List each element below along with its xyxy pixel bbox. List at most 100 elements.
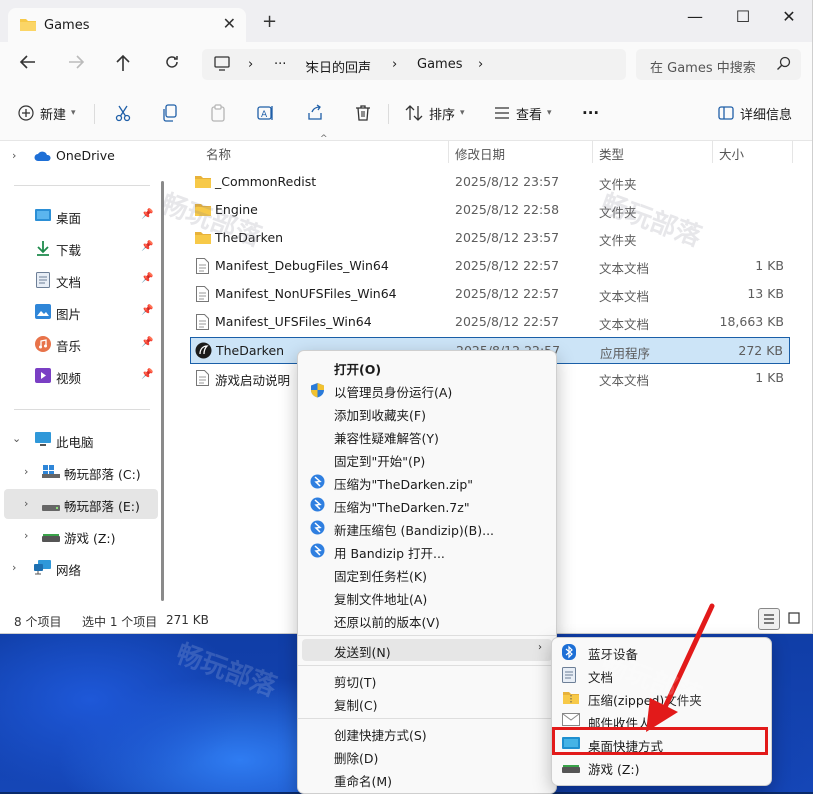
file-row[interactable]: Manifest_DebugFiles_Win64 2025/8/12 22:5… [190, 253, 790, 280]
more-options-button[interactable]: ··· [582, 102, 599, 124]
menu-item-run-as-admin[interactable]: 以管理员身份运行(A) [302, 379, 552, 401]
menu-item-label: 创建快捷方式(S) [334, 728, 427, 743]
tiles-view-button[interactable] [784, 608, 806, 630]
tab-close-icon[interactable]: ✕ [223, 14, 236, 33]
selected-size: 271 KB [166, 613, 209, 627]
copy-button[interactable] [162, 102, 178, 124]
drive-icon [42, 500, 60, 515]
sidebar-item-label: 畅玩部落 (E:) [64, 499, 140, 514]
chevron-right-icon[interactable]: › [12, 561, 16, 574]
menu-item-compress-zip[interactable]: 压缩为"TheDarken.zip" [302, 471, 552, 493]
forward-button[interactable] [64, 54, 88, 75]
menu-item-label: 删除(D) [334, 751, 379, 766]
plus-circle-icon [18, 105, 34, 121]
menu-item-copy[interactable]: 复制(C) [302, 692, 552, 714]
chevron-right-icon[interactable]: › [24, 497, 28, 510]
menu-item-compress-7z[interactable]: 压缩为"TheDarken.7z" [302, 494, 552, 516]
menu-item-label: 固定到任务栏(K) [334, 569, 427, 584]
breadcrumb-overflow[interactable]: ··· [274, 57, 286, 72]
details-pane-button[interactable]: 详细信息 [718, 102, 792, 124]
column-header-type[interactable]: 类型 [599, 144, 624, 163]
sort-icon [405, 105, 423, 121]
column-divider[interactable] [712, 141, 713, 163]
delete-button[interactable] [355, 102, 371, 124]
file-row[interactable]: _CommonRedist 2025/8/12 23:57 文件夹 [190, 169, 790, 196]
sidebar-item-this-pc[interactable]: ⌄ 此电脑 [0, 425, 158, 455]
new-tab-button[interactable]: + [262, 11, 277, 32]
cut-button[interactable] [114, 102, 132, 124]
search-box[interactable]: 在 Games 中搜索 [636, 49, 801, 80]
menu-item-restore-versions[interactable]: 还原以前的版本(V) [302, 609, 552, 631]
sidebar-item-music[interactable]: 音乐 📌 [0, 329, 158, 359]
sidebar-item-drive-e[interactable]: › 畅玩部落 (E:) [4, 489, 158, 519]
menu-item-pin-start[interactable]: 固定到"开始"(P) [302, 448, 552, 470]
menu-item-compat-troubleshoot[interactable]: 兼容性疑难解答(Y) [302, 425, 552, 447]
column-divider[interactable] [792, 141, 793, 163]
video-icon [35, 368, 51, 386]
share-button[interactable] [306, 102, 324, 124]
sidebar-item-downloads[interactable]: 下载 📌 [0, 233, 158, 263]
sort-button[interactable]: 排序 ▾ [405, 102, 465, 124]
menu-item-label: 压缩为"TheDarken.zip" [334, 477, 474, 492]
rename-icon: A [257, 106, 273, 120]
refresh-button[interactable] [160, 54, 184, 75]
sidebar-item-desktop[interactable]: 桌面 📌 [0, 201, 158, 231]
scrollbar-thumb[interactable] [161, 181, 164, 601]
breadcrumb-item[interactable]: Games [417, 57, 462, 72]
sidebar-item-network[interactable]: › 网络 [0, 553, 158, 583]
menu-divider [298, 718, 556, 719]
file-row[interactable]: Manifest_NonUFSFiles_Win64 2025/8/12 22:… [190, 281, 790, 308]
details-view-button[interactable] [758, 608, 780, 630]
chevron-right-icon[interactable]: › [12, 149, 16, 162]
menu-item-add-favorites[interactable]: 添加到收藏夹(F) [302, 402, 552, 424]
menu-item-open[interactable]: 打开(O) [302, 356, 552, 378]
sidebar-item-pictures[interactable]: 图片 📌 [0, 297, 158, 327]
chevron-right-icon[interactable]: › [24, 529, 28, 542]
chevron-right-icon[interactable]: › [24, 465, 28, 478]
item-count: 8 个项目 [14, 615, 62, 629]
column-header-modified[interactable]: 修改日期 [455, 144, 505, 163]
column-header-size[interactable]: 大小 [719, 144, 744, 163]
tab-games[interactable]: Games ✕ [8, 8, 246, 42]
sidebar-item-videos[interactable]: 视频 📌 [0, 361, 158, 391]
column-divider[interactable] [448, 141, 449, 163]
new-button[interactable]: 新建 ▾ [18, 102, 76, 124]
share-icon [308, 104, 322, 120]
menu-item-pin-taskbar[interactable]: 固定到任务栏(K) [302, 563, 552, 585]
address-bar[interactable]: › ··· › 末日的回声 › Games › [202, 49, 626, 80]
menu-item-cut[interactable]: 剪切(T) [302, 669, 552, 691]
menu-item-open-bandizip[interactable]: 用 Bandizip 打开... [302, 540, 552, 562]
sidebar-item-drive-z[interactable]: › 游戏 (Z:) [0, 521, 158, 551]
menu-item-rename[interactable]: 重命名(M) [302, 768, 552, 790]
column-divider[interactable] [592, 141, 593, 163]
bandizip-icon [310, 520, 325, 538]
music-icon [35, 336, 51, 355]
menu-item-label: 打开(O) [334, 362, 382, 377]
sidebar-item-documents[interactable]: 文档 📌 [0, 265, 158, 295]
file-row[interactable]: Manifest_UFSFiles_Win64 2025/8/12 22:57 … [190, 309, 790, 336]
view-button[interactable]: 查看 ▾ [494, 102, 552, 124]
details-pane-icon [718, 106, 734, 120]
back-button[interactable] [16, 54, 40, 75]
column-header-name[interactable]: 名称 [206, 144, 231, 163]
menu-item-new-archive[interactable]: 新建压缩包 (Bandizip)(B)... [302, 517, 552, 539]
paste-button[interactable] [210, 102, 226, 124]
chevron-down-icon[interactable]: ⌄ [12, 432, 21, 445]
menu-item-copy-path[interactable]: 复制文件地址(A) [302, 586, 552, 608]
copy-icon [163, 104, 177, 122]
menu-item-label: 添加到收藏夹(F) [334, 408, 426, 423]
menu-item-send-to[interactable]: 发送到(N) › [302, 639, 552, 661]
minimize-button[interactable]: — [683, 7, 707, 27]
submenu-item-drive-z[interactable]: 游戏 (Z:) [556, 756, 767, 778]
rename-button[interactable]: A [257, 102, 275, 124]
up-button[interactable] [111, 54, 135, 77]
menu-item-delete[interactable]: 删除(D) [302, 745, 552, 767]
menu-item-create-shortcut[interactable]: 创建快捷方式(S) [302, 722, 552, 744]
sidebar-item-onedrive[interactable]: › OneDrive [0, 141, 158, 171]
sidebar-item-drive-c[interactable]: › 畅玩部落 (C:) [0, 457, 158, 487]
maximize-button[interactable]: ☐ [731, 7, 755, 27]
close-window-button[interactable]: ✕ [777, 7, 801, 27]
file-name: _CommonRedist [215, 174, 317, 189]
breadcrumb-item[interactable]: 末日的回声 [306, 57, 371, 76]
folder-icon [19, 17, 37, 35]
